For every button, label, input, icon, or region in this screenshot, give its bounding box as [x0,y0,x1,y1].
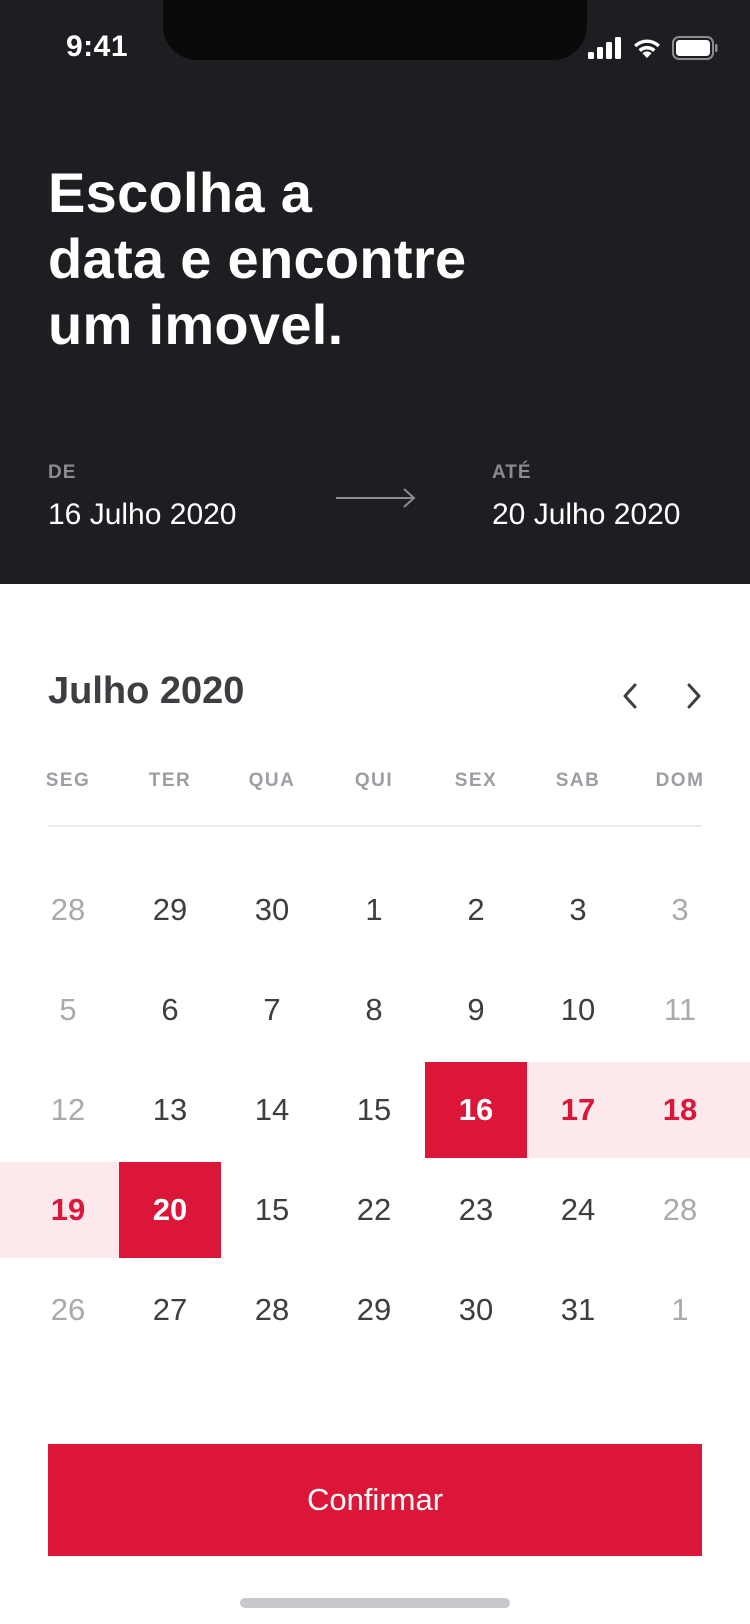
calendar-day[interactable]: 2 [425,862,527,958]
calendar-day[interactable]: 15 [221,1162,323,1258]
calendar-day[interactable]: 29 [323,1262,425,1358]
headline-line: um imovel. [48,293,344,356]
range-highlight-edge [0,1162,17,1258]
calendar-week-row: 19 20 15 22 23 24 28 [0,1160,733,1260]
weekday-label: SEG [45,770,91,791]
to-date[interactable]: 20 Julho 2020 [492,498,681,532]
weekday-label: QUI [354,770,394,791]
status-icons [588,36,718,60]
calendar-day[interactable]: 9 [425,962,527,1058]
calendar-day[interactable]: 22 [323,1162,425,1258]
calendar-day[interactable]: 24 [527,1162,629,1258]
chevron-left-icon [623,683,637,709]
range-highlight-edge [731,1062,750,1158]
to-label: ATÉ [492,462,532,483]
calendar-day[interactable]: 13 [119,1062,221,1158]
calendar-day-selected[interactable]: 16 [425,1062,527,1158]
weekday-label: TER [148,770,192,791]
headline-line: data e encontre [48,227,467,290]
weekday-label: SAB [555,770,601,791]
weekday-divider [48,825,702,827]
calendar-day[interactable]: 15 [323,1062,425,1158]
device-notch [163,0,587,60]
weekday-label: DOM [655,770,705,791]
prev-month-button[interactable] [610,676,650,716]
calendar-week-row: 12 13 14 15 16 17 18 [17,1060,750,1160]
weekday-label: SEX [454,770,498,791]
weekday-label: QUA [248,770,296,791]
wifi-icon [634,39,660,58]
calendar-day[interactable]: 29 [119,862,221,958]
calendar-day[interactable]: 30 [221,862,323,958]
chevron-right-icon [687,683,701,709]
calendar-week-row: 28 29 30 1 2 3 3 [17,860,733,960]
month-title: Julho 2020 [48,670,245,712]
calendar-day-in-range[interactable]: 18 [629,1062,731,1158]
calendar-day[interactable]: 14 [221,1062,323,1158]
battery-icon [672,36,718,60]
calendar-day-selected[interactable]: 20 [119,1162,221,1258]
arrow-right-icon [336,488,416,508]
calendar-day-in-range[interactable]: 17 [527,1062,629,1158]
calendar-day[interactable]: 30 [425,1262,527,1358]
weekday-header: SEG TER QUA QUI SEX SAB DOM [17,770,733,792]
calendar-day[interactable]: 28 [629,1162,731,1258]
calendar-day[interactable]: 7 [221,962,323,1058]
calendar-day[interactable]: 5 [17,962,119,1058]
calendar-day[interactable]: 31 [527,1262,629,1358]
calendar-day[interactable]: 23 [425,1162,527,1258]
confirm-button[interactable]: Confirmar [48,1444,702,1556]
calendar-day[interactable]: 12 [17,1062,119,1158]
calendar-day[interactable]: 6 [119,962,221,1058]
calendar-day[interactable]: 28 [221,1262,323,1358]
calendar-day[interactable]: 3 [527,862,629,958]
calendar-day[interactable]: 28 [17,862,119,958]
signal-icon [588,37,621,59]
calendar-day[interactable]: 8 [323,962,425,1058]
headline-line: Escolha a [48,161,313,224]
date-header: 9:41 Escolha a data e encontre um imovel… [0,0,750,584]
headline: Escolha a data e encontre um imovel. [48,160,648,358]
calendar-week-row: 26 27 28 29 30 31 1 [17,1260,733,1360]
calendar-day[interactable]: 26 [17,1262,119,1358]
next-month-button[interactable] [674,676,714,716]
calendar-day[interactable]: 11 [629,962,731,1058]
calendar-day[interactable]: 1 [629,1262,731,1358]
calendar-day[interactable]: 10 [527,962,629,1058]
from-date[interactable]: 16 Julho 2020 [48,498,237,532]
calendar-day[interactable]: 3 [629,862,731,958]
calendar-grid: 28 29 30 1 2 3 3 5 6 7 8 9 10 11 12 13 14 15 16 17 18 19 20 15 2… [0,860,750,1360]
calendar-day[interactable]: 1 [323,862,425,958]
calendar-week-row: 5 6 7 8 9 10 11 [17,960,733,1060]
calendar-day-in-range[interactable]: 19 [17,1162,119,1258]
status-time: 9:41 [66,30,129,63]
home-indicator [240,1598,510,1608]
from-label: DE [48,462,77,483]
calendar-day[interactable]: 27 [119,1262,221,1358]
